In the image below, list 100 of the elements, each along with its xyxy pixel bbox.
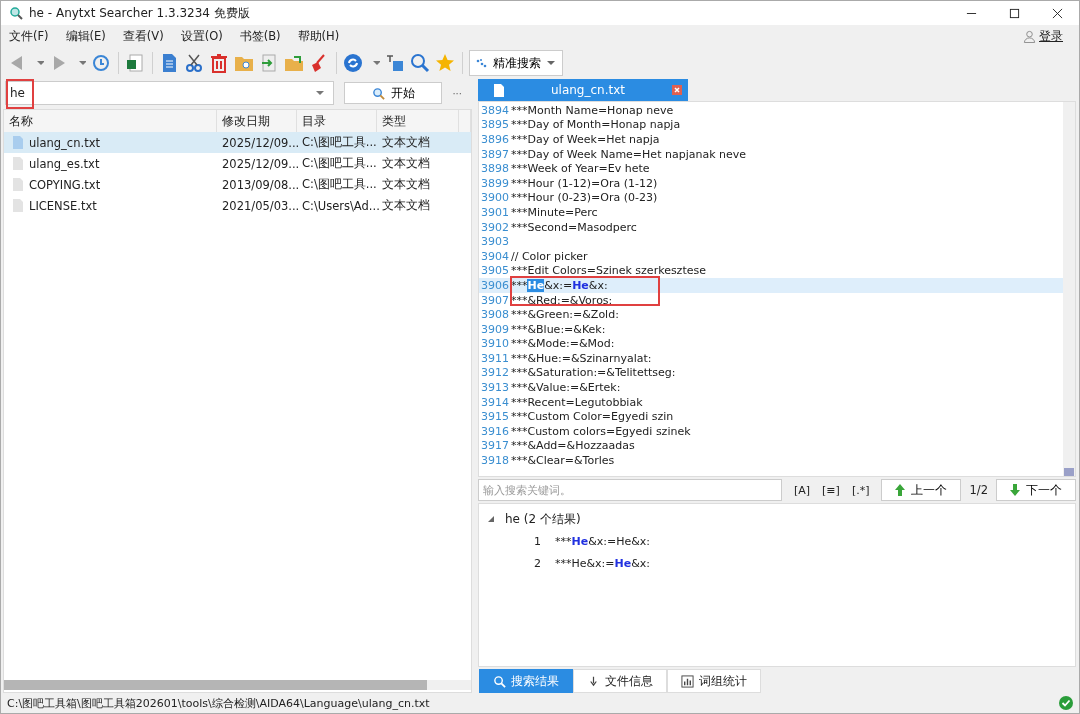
panel-tab[interactable]: 文件信息 <box>572 669 667 693</box>
scrollbar-thumb[interactable] <box>4 680 427 690</box>
scrollbar-thumb[interactable] <box>1064 468 1074 476</box>
result-group-label[interactable]: he (2 个结果) <box>504 510 581 528</box>
option-toggle[interactable]: [A] <box>793 483 811 497</box>
translate-icon[interactable] <box>385 53 405 73</box>
trash-icon[interactable] <box>209 53 229 73</box>
file-row[interactable]: ulang_cn.txt 2025/12/09... C:\图吧工具... 文本文档 <box>4 132 471 153</box>
table-cell-text: 文本文档 <box>381 135 431 150</box>
option-toggle[interactable]: [.*] <box>851 483 870 497</box>
line-number: 3917 <box>479 439 509 453</box>
spreadsheet-icon[interactable] <box>125 53 145 73</box>
search-icon <box>492 674 506 688</box>
line-number: 3911 <box>479 351 509 365</box>
option-toggle[interactable]: [≡] <box>822 483 840 497</box>
file-tab[interactable]: ulang_cn.txt <box>477 79 688 101</box>
table-cell: ulang_cn.txt <box>29 135 100 150</box>
file-row[interactable]: LICENSE.txt 2021/05/03... C:\Users\Ad... 文本文档 <box>4 195 471 216</box>
code-line: ***&Saturation:=&Telitettseg: <box>510 366 676 380</box>
login-link[interactable]: 登录 <box>1039 27 1063 45</box>
check-icon <box>1059 696 1073 710</box>
menu-item[interactable]: 文件(F) <box>9 28 49 44</box>
menu-item[interactable]: 书签(B) <box>239 28 281 44</box>
folder-arrow-icon[interactable] <box>284 53 304 73</box>
result-number: 2 <box>532 556 541 570</box>
table-cell-text: C:\Users\Ad... <box>301 198 377 213</box>
line-number: 3908 <box>479 308 509 322</box>
table-cell-text: 2021/05/03... <box>221 198 297 213</box>
search-field[interactable]: he <box>5 81 335 105</box>
menu-item[interactable]: 查看(V) <box>122 28 164 44</box>
line-number: 3910 <box>479 337 509 351</box>
scissors-icon[interactable] <box>184 53 204 73</box>
refresh-icon[interactable] <box>343 53 363 73</box>
panel-tab[interactable]: 词组统计 <box>666 669 761 693</box>
more-button[interactable]: ··· <box>452 87 462 99</box>
menu-item[interactable]: 设置(O) <box>180 28 223 44</box>
annotation-box <box>6 79 34 109</box>
next-button[interactable]: 下一个 <box>996 479 1076 501</box>
menu-item[interactable]: 编辑(E) <box>65 28 106 44</box>
table-cell-text: C:\图吧工具... <box>301 135 377 150</box>
code-line: ***&Mode:=&Mod: <box>510 337 615 351</box>
table-cell-text: 2025/12/09... <box>221 135 297 150</box>
result-line[interactable]: ***He&x:=He&x: <box>554 534 650 548</box>
maximize-icon[interactable] <box>1009 7 1020 19</box>
code-line: ***Second=Masodperc <box>510 220 637 234</box>
line-number: 3905 <box>479 264 509 278</box>
table-cell: COPYING.txt <box>29 177 101 192</box>
code-line: ***He&x:=He&x: <box>510 278 608 292</box>
previous-button[interactable]: 上一个 <box>881 479 962 501</box>
line-number: 3914 <box>479 395 509 409</box>
line-number: 3902 <box>479 220 509 234</box>
search-mode-dropdown[interactable]: 精准搜索 <box>469 50 563 76</box>
table-cell-text: 2013/09/08... <box>221 177 297 192</box>
code-line: ***Day of Week=Het napja <box>510 133 660 146</box>
code-line: ***Hour (0-23)=Ora (0-23) <box>510 191 658 205</box>
history-clock-icon[interactable] <box>91 53 111 73</box>
line-number: 3901 <box>479 205 509 219</box>
table-cell-text: 文本文档 <box>381 156 431 171</box>
code-line: ***Week of Year=Ev hete <box>510 162 650 176</box>
file-icon <box>13 178 23 191</box>
status-path: C:\图吧工具箱\图吧工具箱202601\tools\综合检测\AIDA64\Language\ulang_cn.txt <box>7 695 430 711</box>
line-number: 3903 <box>479 235 509 249</box>
code-line: ***Day of Week Name=Het napjanak neve <box>510 147 747 161</box>
file-icon <box>13 199 23 212</box>
code-line: ***&Green:=&Zold: <box>510 308 619 322</box>
start-button[interactable]: 开始 <box>344 82 443 104</box>
file-row[interactable]: COPYING.txt 2013/09/08... C:\图吧工具... 文本文档 <box>4 174 471 195</box>
line-number: 3894 <box>479 103 509 117</box>
code-line: ***Edit Colors=Szinek szerkesztese <box>510 264 706 278</box>
panel-tab[interactable]: 搜索结果 <box>478 669 573 693</box>
line-number: 3915 <box>479 410 509 424</box>
table-cell-text: 2025/12/09... <box>221 156 297 171</box>
table-cell-text: 文本文档 <box>381 198 431 213</box>
table-cell-text: C:\图吧工具... <box>301 177 377 192</box>
close-icon[interactable] <box>1052 7 1063 19</box>
caret-icon <box>546 60 556 66</box>
caret-icon <box>315 90 326 96</box>
code-line: ***Recent=Legutobbiak <box>510 395 643 409</box>
table-cell-text: C:\图吧工具... <box>301 156 377 171</box>
magnifier-icon[interactable] <box>410 53 430 73</box>
user-icon <box>1023 29 1036 43</box>
line-number: 3898 <box>479 162 509 176</box>
search-value: he <box>10 86 26 100</box>
table-cell-text: 文本文档 <box>381 177 431 192</box>
window-title: he - Anytxt Searcher 1.3.3234 免费版 <box>29 4 250 22</box>
line-number: 3912 <box>479 366 509 380</box>
result-line[interactable]: ***He&x:=He&x: <box>554 556 650 570</box>
search-icon <box>371 86 385 100</box>
code-line: ***Custom Color=Egyedi szin <box>510 410 674 424</box>
code-line: ***Month Name=Honap neve <box>510 103 674 117</box>
code-line: ***&Value:=&Ertek: <box>510 381 621 395</box>
find-field[interactable]: 输入搜索关键词。 <box>477 479 782 501</box>
star-icon[interactable] <box>435 53 455 73</box>
line-number: 3906 <box>479 278 509 292</box>
expand-triangle-icon[interactable] <box>486 515 495 523</box>
file-row[interactable]: ulang_es.txt 2025/12/09... C:\图吧工具... 文本文档 <box>4 153 471 174</box>
menu-item[interactable]: 帮助(H) <box>297 28 340 44</box>
table-cell: LICENSE.txt <box>29 198 97 213</box>
code-line: ***&Add=&Hozzaadas <box>510 439 635 453</box>
match-count: 1/2 <box>969 483 988 497</box>
